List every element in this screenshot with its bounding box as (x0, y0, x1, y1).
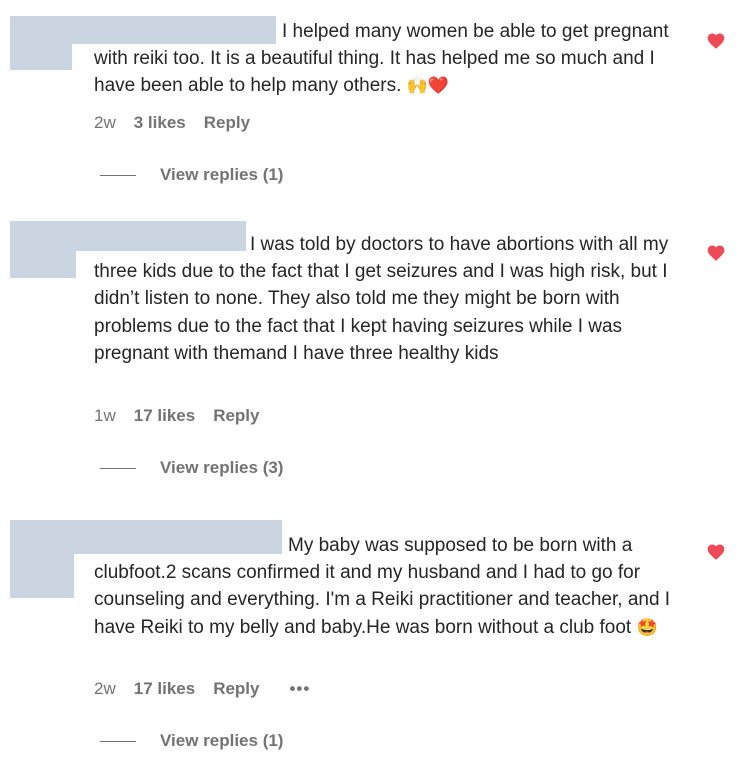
likes-count[interactable]: 3 likes (134, 113, 186, 133)
emoji: 🤩 (636, 617, 658, 638)
view-replies-label: View replies (3) (160, 458, 284, 477)
view-replies-label: View replies (1) (160, 165, 284, 184)
view-replies-button[interactable]: View replies (3) (100, 458, 283, 478)
likes-count[interactable]: 17 likes (134, 406, 195, 426)
comment-text: My baby was supposed to be born with a c… (94, 532, 694, 642)
comment-text-content: My baby was supposed to be born with a c… (94, 535, 671, 638)
timestamp: 1w (94, 406, 116, 425)
view-replies-button[interactable]: View replies (1) (100, 165, 283, 185)
redacted-avatar (10, 248, 76, 278)
reply-button[interactable]: Reply (213, 406, 259, 426)
reply-button[interactable]: Reply (213, 679, 259, 699)
redacted-avatar (10, 40, 72, 70)
comment-text: I was told by doctors to have abortions … (94, 231, 694, 367)
more-options-icon[interactable]: ••• (289, 679, 310, 699)
comment-text-content: I helped many women be able to get pregn… (94, 21, 669, 97)
likes-count[interactable]: 17 likes (134, 679, 195, 699)
comment-text: I helped many women be able to get pregn… (94, 18, 694, 101)
divider-line (100, 467, 136, 469)
comment-text-content: I was told by doctors to have abortions … (94, 234, 669, 364)
timestamp: 2w (94, 113, 116, 132)
heart-icon[interactable] (706, 542, 726, 562)
heart-icon[interactable] (706, 31, 726, 51)
divider-line (100, 740, 136, 742)
emoji: 🙌❤️ (406, 76, 450, 97)
heart-icon[interactable] (706, 243, 726, 263)
comment-meta: 2w 17 likes Reply ••• (94, 679, 310, 699)
redacted-avatar (10, 550, 74, 598)
view-replies-label: View replies (1) (160, 731, 284, 750)
reply-button[interactable]: Reply (204, 113, 250, 133)
timestamp: 2w (94, 679, 116, 698)
comment-meta: 1w 17 likes Reply (94, 406, 259, 426)
view-replies-button[interactable]: View replies (1) (100, 731, 283, 751)
divider-line (100, 174, 136, 176)
comment-meta: 2w 3 likes Reply (94, 113, 250, 133)
